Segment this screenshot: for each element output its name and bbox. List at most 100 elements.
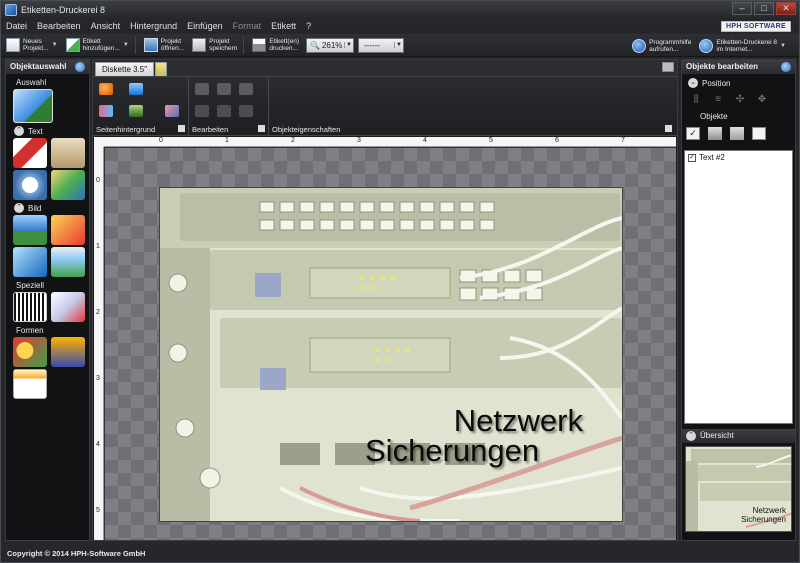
network-switch-photo xyxy=(160,188,622,521)
image-gallery-icon[interactable] xyxy=(13,247,47,277)
ruler-h-4: 4 xyxy=(423,137,427,144)
document-area: Diskette 3.5" Seitenhintergrund Bearbeit… xyxy=(92,59,678,541)
pattern-icon[interactable] xyxy=(165,105,179,117)
copy-icon xyxy=(217,83,231,95)
chevron-down-icon[interactable]: ▼ xyxy=(343,42,353,48)
photo-frame-icon[interactable] xyxy=(51,247,85,277)
label-ribbon: Seitenhintergrund Bearbeiten Objekteigen… xyxy=(93,76,677,136)
selection-tool-icon[interactable] xyxy=(13,89,53,123)
online-button[interactable]: Etiketten-Druckerei 8 im Internet... ▼ xyxy=(696,35,789,56)
menu-format: Format xyxy=(232,21,262,31)
label-text-object[interactable]: Netzwerk Sicherungen xyxy=(363,403,583,468)
ribbon-group-properties-label: Objekteigenschaften xyxy=(272,125,341,134)
save-project-button[interactable]: Projekt speichern xyxy=(189,35,240,56)
stamp-text-icon[interactable] xyxy=(51,138,85,168)
clipart-tool-icon[interactable] xyxy=(51,215,85,245)
chevron-down-icon[interactable]: ▼ xyxy=(52,42,58,48)
online-label: Etiketten-Druckerei 8 im Internet... xyxy=(716,38,778,53)
object-selection-title: Objektauswahl xyxy=(10,62,67,71)
rotate-text-icon[interactable] xyxy=(13,170,47,200)
group-launcher-icon[interactable] xyxy=(665,125,672,132)
delete-icon xyxy=(239,105,253,117)
object-tools: ✓ xyxy=(682,123,795,140)
brand-logo: HPH SOFTWARE xyxy=(721,21,791,32)
chevron-down-icon[interactable]: ▼ xyxy=(393,42,403,48)
undo-icon xyxy=(195,105,209,117)
photo-background-icon[interactable] xyxy=(129,105,143,117)
special-tools-grid xyxy=(6,292,89,322)
menu-ansicht[interactable]: Ansicht xyxy=(86,21,126,31)
menu-help[interactable]: ? xyxy=(301,21,316,31)
section-objects-label: Objekte xyxy=(700,112,728,121)
section-text-toggle[interactable]: ⌃ Text xyxy=(6,123,89,138)
help-button[interactable]: Programmhilfe aufrufen... xyxy=(629,35,694,56)
gradient-icon[interactable] xyxy=(99,105,113,117)
document-edit-icon[interactable] xyxy=(752,127,766,140)
center-horizontal-icon: ✣ xyxy=(735,94,745,105)
ruler-v-4: 4 xyxy=(96,441,100,448)
group-launcher-icon[interactable] xyxy=(178,125,185,132)
chevron-down-icon[interactable]: ▼ xyxy=(780,43,786,49)
ruler-h-0: 0 xyxy=(159,137,163,144)
label-preview[interactable]: Netzwerk Sicherungen xyxy=(160,188,622,521)
new-document-icon xyxy=(6,38,20,52)
maximize-button[interactable]: □ xyxy=(754,2,774,15)
line-style-select[interactable]: ------ ▼ xyxy=(357,37,404,53)
section-position-toggle[interactable]: ⌄ Position xyxy=(682,74,795,90)
open-project-label: Projekt öffnen... xyxy=(160,38,185,52)
redo-icon xyxy=(217,105,231,117)
ruler-h-5: 5 xyxy=(489,137,493,144)
open-project-button[interactable]: Projekt öffnen... xyxy=(141,35,187,56)
group-launcher-icon[interactable] xyxy=(258,125,265,132)
barcode-tool-icon[interactable] xyxy=(13,292,47,322)
add-label-button[interactable]: Etikett hinzufügen... ▼ xyxy=(63,35,132,56)
background-image-icon[interactable] xyxy=(129,83,143,95)
menu-etikett[interactable]: Etikett xyxy=(266,21,301,31)
curve-text-icon[interactable] xyxy=(51,170,85,200)
pin-icon[interactable] xyxy=(75,62,85,72)
ribbon-group-edit-label: Bearbeiten xyxy=(192,125,229,134)
chevron-up-icon: ⌃ xyxy=(14,126,24,136)
list-item[interactable]: ✓ Text #2 xyxy=(685,151,792,164)
properties-icon[interactable] xyxy=(730,127,744,140)
select-all-icon[interactable]: ✓ xyxy=(686,127,700,140)
new-project-button[interactable]: Neues Projekt... ▼ xyxy=(3,35,61,56)
object-item-label: Text #2 xyxy=(699,153,725,162)
help-icon xyxy=(632,38,647,53)
paste-icon xyxy=(239,83,253,95)
shapes-tool-icon[interactable] xyxy=(13,337,47,367)
menu-hintergrund[interactable]: Hintergrund xyxy=(125,21,182,31)
help-label: Programmhilfe aufrufen... xyxy=(649,38,692,53)
ribbon-group-background: Seitenhintergrund xyxy=(93,77,189,135)
table-tool-icon[interactable] xyxy=(13,369,47,399)
layer-icon[interactable] xyxy=(708,127,722,140)
ruler-h-6: 6 xyxy=(555,137,559,144)
overview-thumbnail[interactable]: Netzwerk Sicherungen xyxy=(685,446,792,532)
menu-bearbeiten[interactable]: Bearbeiten xyxy=(32,21,86,31)
new-tab-button[interactable] xyxy=(155,62,168,76)
close-button[interactable]: ✕ xyxy=(776,2,796,15)
label-text-line1: Netzwerk xyxy=(453,403,583,438)
overview-toggle[interactable]: ⌃ Übersicht xyxy=(682,429,795,443)
paint-palette-icon[interactable] xyxy=(99,83,113,95)
image-tool-icon[interactable] xyxy=(13,215,47,245)
print-labels-button[interactable]: Etikett(en) drucken... xyxy=(249,35,302,56)
document-tabs: Diskette 3.5" xyxy=(93,60,677,76)
serial-number-icon[interactable] xyxy=(51,292,85,322)
pin-icon[interactable] xyxy=(781,62,791,72)
minimize-button[interactable]: – xyxy=(732,2,752,15)
globe-icon xyxy=(699,38,714,53)
panel-options-icon[interactable] xyxy=(662,62,674,72)
text-tool-icon[interactable] xyxy=(13,138,47,168)
section-image-toggle[interactable]: ⌃ Bild xyxy=(6,200,89,215)
arrow-shapes-icon[interactable] xyxy=(51,337,85,367)
menu-einfuegen[interactable]: Einfügen xyxy=(182,21,228,31)
chevron-down-icon[interactable]: ▼ xyxy=(123,42,129,48)
tab-diskette[interactable]: Diskette 3.5" xyxy=(95,62,155,76)
menu-datei[interactable]: Datei xyxy=(1,21,32,31)
visibility-checkbox[interactable]: ✓ xyxy=(688,153,696,162)
edit-objects-header: Objekte bearbeiten xyxy=(682,60,795,74)
label-workspace: Netzwerk Sicherungen xyxy=(105,148,676,540)
label-text-line2: Sicherungen xyxy=(365,433,540,468)
zoom-select[interactable]: 🔍 261% ▼ xyxy=(305,37,354,53)
